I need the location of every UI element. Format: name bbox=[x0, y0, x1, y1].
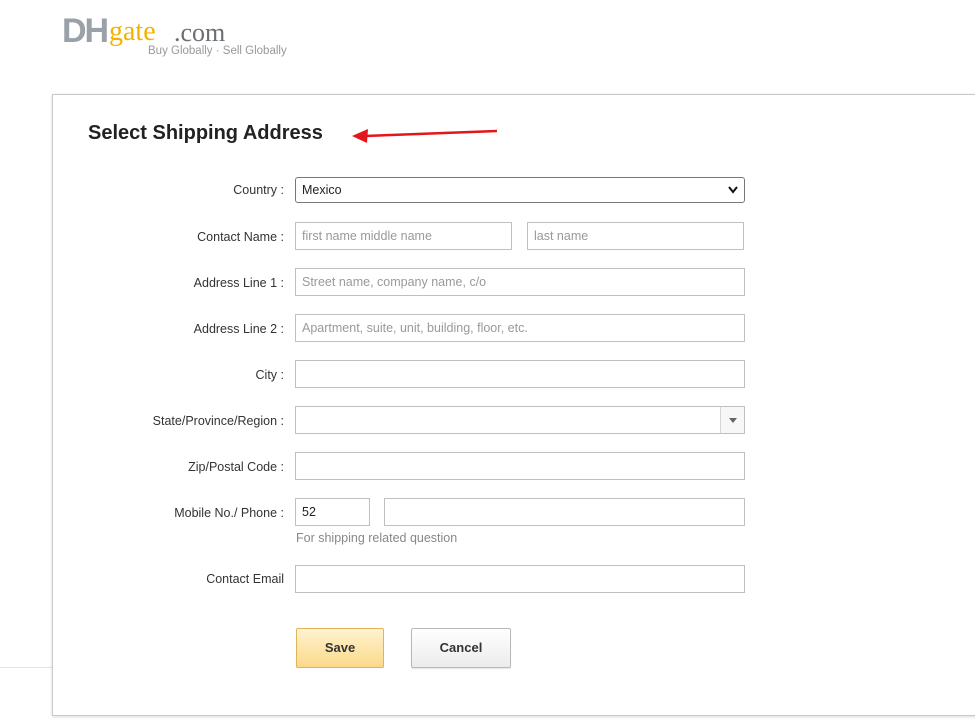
logo-tagline: Buy Globally · Sell Globally bbox=[148, 45, 287, 57]
country-label: Country : bbox=[233, 183, 284, 197]
first-name-placeholder: first name middle name bbox=[302, 229, 432, 243]
dhgate-logo[interactable]: DH gate .com Buy Globally · Sell Globall… bbox=[62, 10, 312, 62]
contact-name-label: Contact Name : bbox=[197, 230, 284, 244]
state-label: State/Province/Region : bbox=[152, 414, 284, 428]
country-select[interactable]: Mexico bbox=[295, 177, 745, 203]
address2-input[interactable]: Apartment, suite, unit, building, floor,… bbox=[295, 314, 745, 342]
page: DH gate .com Buy Globally · Sell Globall… bbox=[0, 0, 975, 722]
city-label: City : bbox=[255, 368, 284, 382]
zip-input[interactable] bbox=[295, 452, 745, 480]
address2-label: Address Line 2 : bbox=[193, 322, 284, 336]
caret-down-icon bbox=[729, 418, 737, 423]
page-title: Select Shipping Address bbox=[88, 122, 323, 144]
state-select[interactable] bbox=[295, 406, 745, 434]
divider bbox=[0, 667, 52, 668]
cancel-button[interactable]: Cancel bbox=[411, 628, 511, 668]
zip-label: Zip/Postal Code : bbox=[188, 460, 284, 474]
logo-gate: gate bbox=[109, 16, 156, 47]
address2-placeholder: Apartment, suite, unit, building, floor,… bbox=[302, 321, 528, 335]
chevron-down-icon bbox=[728, 186, 738, 194]
logo-com: .com bbox=[174, 18, 226, 47]
first-name-input[interactable]: first name middle name bbox=[295, 222, 512, 250]
address1-input[interactable]: Street name, company name, c/o bbox=[295, 268, 745, 296]
save-button[interactable]: Save bbox=[296, 628, 384, 668]
phone-hint: For shipping related question bbox=[296, 531, 458, 545]
state-dropdown-button[interactable] bbox=[720, 407, 744, 433]
phone-country-code-input[interactable]: 52 bbox=[295, 498, 370, 526]
annotation-arrow-icon bbox=[352, 129, 498, 143]
address1-label: Address Line 1 : bbox=[193, 276, 284, 290]
phone-label: Mobile No./ Phone : bbox=[174, 506, 284, 520]
city-input[interactable] bbox=[295, 360, 745, 388]
logo-dh: DH bbox=[62, 12, 109, 50]
last-name-placeholder: last name bbox=[534, 229, 589, 243]
country-value: Mexico bbox=[302, 183, 342, 197]
phone-number-input[interactable] bbox=[384, 498, 745, 526]
email-input[interactable] bbox=[295, 565, 745, 593]
last-name-input[interactable]: last name bbox=[527, 222, 744, 250]
address1-placeholder: Street name, company name, c/o bbox=[302, 275, 487, 289]
email-label: Contact Email bbox=[206, 572, 284, 586]
